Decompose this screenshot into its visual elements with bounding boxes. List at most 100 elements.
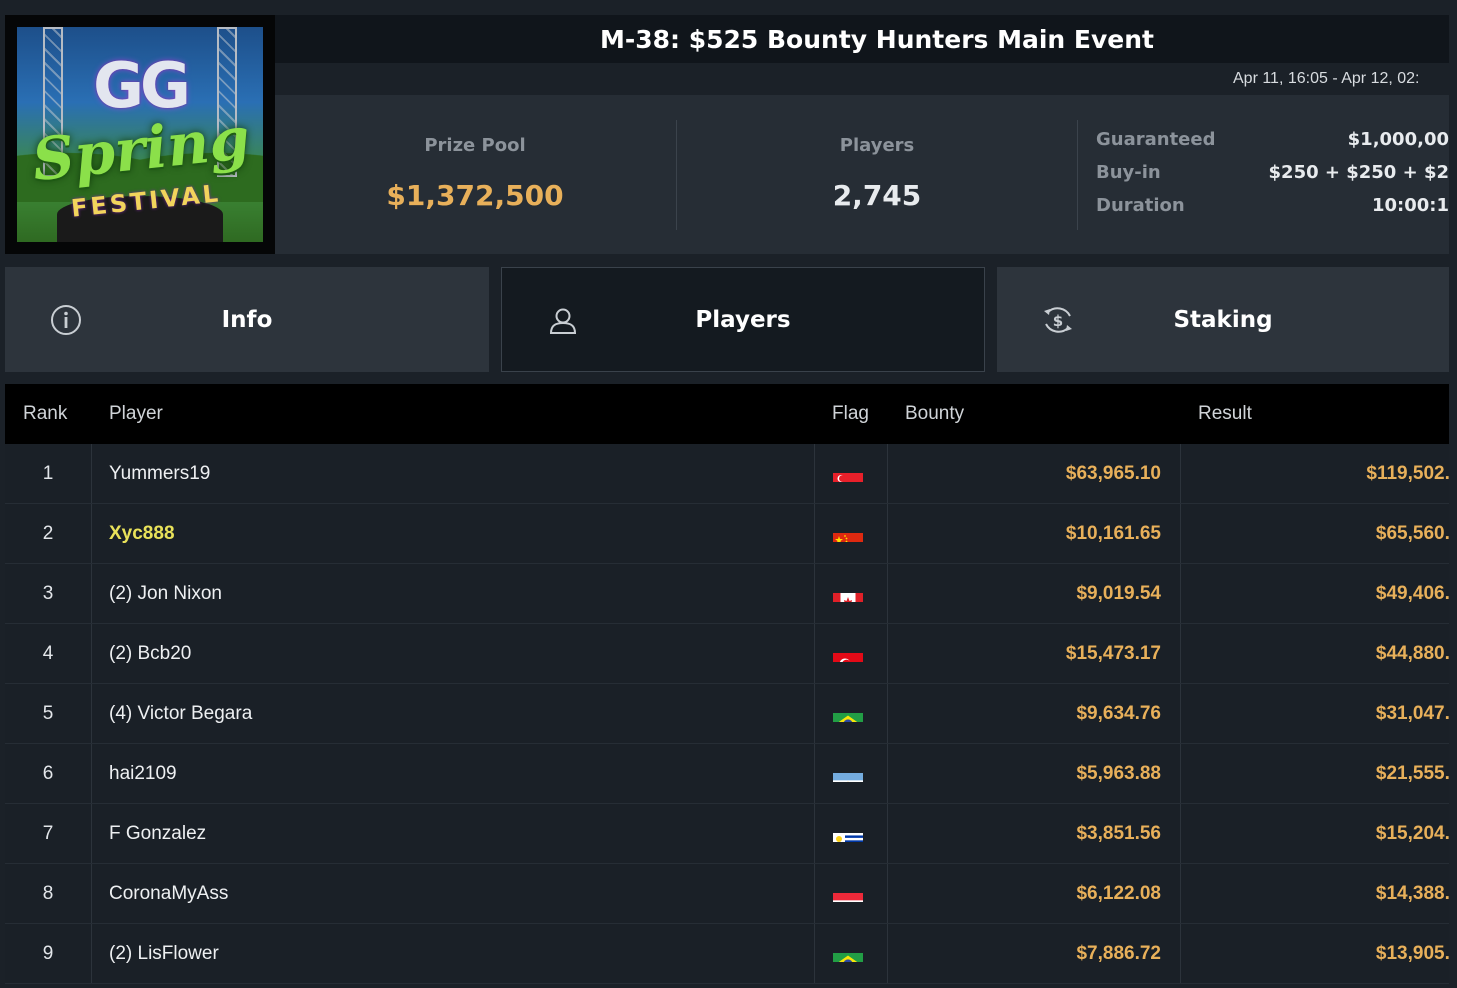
detail-value: $250 + $250 + $2 <box>1268 162 1449 183</box>
player-name[interactable]: F Gonzalez <box>109 804 809 863</box>
player-name[interactable]: Yummers19 <box>109 444 809 503</box>
event-logo: GG Spring FESTIVAL <box>5 15 275 254</box>
rank-cell: 7 <box>42 823 54 844</box>
logo-artwork: GG Spring FESTIVAL <box>17 27 263 242</box>
flag-cell <box>814 744 887 803</box>
player-name[interactable]: (2) LisFlower <box>109 924 809 983</box>
result-cell: $14,388.28 <box>1375 883 1457 904</box>
bounty-cell: $63,965.10 <box>1065 463 1161 484</box>
result-cell: $119,502.15 <box>1366 463 1457 484</box>
header-result[interactable]: Result <box>1198 384 1252 444</box>
player-name[interactable]: hai2109 <box>109 744 809 803</box>
tab-players[interactable]: Players <box>501 267 985 372</box>
stats-divider <box>1077 120 1078 230</box>
player-name[interactable]: (2) Bcb20 <box>109 624 809 683</box>
table-body: 1 Yummers19 $63,965.10 $119,502.15 2 Xyc888 $1… <box>5 444 1457 984</box>
argentina-flag-icon <box>833 760 863 782</box>
header-player[interactable]: Player <box>109 384 163 444</box>
detail-row-duration: Duration 10:00:1 <box>1096 195 1449 228</box>
rank-cell: 4 <box>42 643 54 664</box>
table-row[interactable]: 9 (2) LisFlower $7,886.72 $13,905.63 <box>5 924 1457 984</box>
detail-key: Guaranteed <box>1096 129 1216 150</box>
column-divider <box>91 624 92 683</box>
rank-cell: 8 <box>42 883 54 904</box>
rank-cell: 1 <box>42 463 54 484</box>
column-divider <box>91 744 92 803</box>
result-cell: $13,905.63 <box>1375 943 1457 964</box>
table-row[interactable]: 5 (4) Victor Begara $9,634.76 $31,047.34 <box>5 684 1457 744</box>
detail-value: $1,000,00 <box>1347 129 1449 150</box>
rank-cell: 9 <box>42 943 54 964</box>
prize-pool-label: Prize Pool <box>424 135 526 156</box>
event-dates: Apr 11, 16:05 - Apr 12, 02: <box>1233 70 1420 87</box>
flag-cell <box>814 924 887 983</box>
event-date-bar: Apr 11, 16:05 - Apr 12, 02: <box>275 63 1449 95</box>
rank-cell: 6 <box>42 763 54 784</box>
column-divider <box>91 684 92 743</box>
flag-cell <box>814 804 887 863</box>
event-title-bar: M-38: $525 Bounty Hunters Main Event <box>275 15 1449 63</box>
bounty-cell: $10,161.65 <box>1065 523 1161 544</box>
header-bounty[interactable]: Bounty <box>905 384 964 444</box>
table-row[interactable]: 6 hai2109 $5,963.88 $21,555.15 <box>5 744 1457 804</box>
flag-cell <box>814 444 887 503</box>
table-row[interactable]: 4 (2) Bcb20 $15,473.17 $44,880.67 <box>5 624 1457 684</box>
player-name[interactable]: Xyc888 <box>109 504 809 563</box>
header-flag[interactable]: Flag <box>832 384 869 444</box>
dollar-cycle-icon: $ <box>1041 303 1075 337</box>
right-edge <box>1449 0 1457 988</box>
column-divider <box>91 924 92 983</box>
player-name[interactable]: (4) Victor Begara <box>109 684 809 743</box>
flag-cell <box>814 624 887 683</box>
bounty-cell: $9,634.76 <box>1076 703 1161 724</box>
header-rank[interactable]: Rank <box>23 384 67 444</box>
user-icon <box>546 304 580 338</box>
detail-value: 10:00:1 <box>1371 195 1449 216</box>
flag-cell <box>814 864 887 923</box>
bounty-cell: $3,851.56 <box>1076 823 1161 844</box>
detail-key: Buy-in <box>1096 162 1161 183</box>
info-icon <box>49 303 83 337</box>
event-details: Guaranteed $1,000,00 Buy-in $250 + $250 … <box>1096 129 1449 228</box>
flag-cell <box>814 684 887 743</box>
players-value: 2,745 <box>832 179 922 212</box>
bounty-cell: $7,886.72 <box>1076 943 1161 964</box>
result-cell: $65,560.37 <box>1375 523 1457 544</box>
table-row[interactable]: 8 CoronaMyAss $6,122.08 $14,388.28 <box>5 864 1457 924</box>
column-divider <box>91 864 92 923</box>
bounty-cell: $15,473.17 <box>1065 643 1161 664</box>
rank-cell: 5 <box>42 703 54 724</box>
player-name[interactable]: CoronaMyAss <box>109 864 809 923</box>
tab-info[interactable]: Info <box>5 267 489 372</box>
brazil-flag-icon <box>833 700 863 722</box>
players-label: Players <box>839 135 915 156</box>
table-row[interactable]: 1 Yummers19 $63,965.10 $119,502.15 <box>5 444 1457 504</box>
detail-row-buyin: Buy-in $250 + $250 + $2 <box>1096 162 1449 195</box>
prize-pool-value: $1,372,500 <box>386 179 564 212</box>
stats-panel: Prize Pool $1,372,500 Players 2,745 Guar… <box>275 95 1449 254</box>
detail-key: Duration <box>1096 195 1185 216</box>
china-flag-icon <box>833 520 863 542</box>
svg-text:$: $ <box>1053 312 1063 330</box>
rank-cell: 2 <box>42 523 54 544</box>
column-divider <box>91 804 92 863</box>
prize-pool-stat: Prize Pool $1,372,500 <box>275 95 675 254</box>
turkey-flag-icon <box>833 640 863 662</box>
bounty-cell: $6,122.08 <box>1076 883 1161 904</box>
table-row[interactable]: 3 (2) Jon Nixon $9,019.54 $49,406.97 <box>5 564 1457 624</box>
event-title: M-38: $525 Bounty Hunters Main Event <box>599 24 1155 54</box>
column-divider <box>91 564 92 623</box>
result-cell: $31,047.34 <box>1375 703 1457 724</box>
austria-flag-icon <box>833 880 863 902</box>
tab-staking[interactable]: $ Staking <box>997 267 1449 372</box>
column-divider <box>91 504 92 563</box>
player-name[interactable]: (2) Jon Nixon <box>109 564 809 623</box>
result-cell: $15,204.10 <box>1375 823 1457 844</box>
result-cell: $21,555.15 <box>1375 763 1457 784</box>
top-strip <box>0 0 1457 15</box>
table-row[interactable]: 7 F Gonzalez $3,851.56 $15,204.10 <box>5 804 1457 864</box>
flag-cell <box>814 504 887 563</box>
table-row[interactable]: 2 Xyc888 $10,161.65 $65,560.37 <box>5 504 1457 564</box>
flag-cell <box>814 564 887 623</box>
detail-row-guaranteed: Guaranteed $1,000,00 <box>1096 129 1449 162</box>
